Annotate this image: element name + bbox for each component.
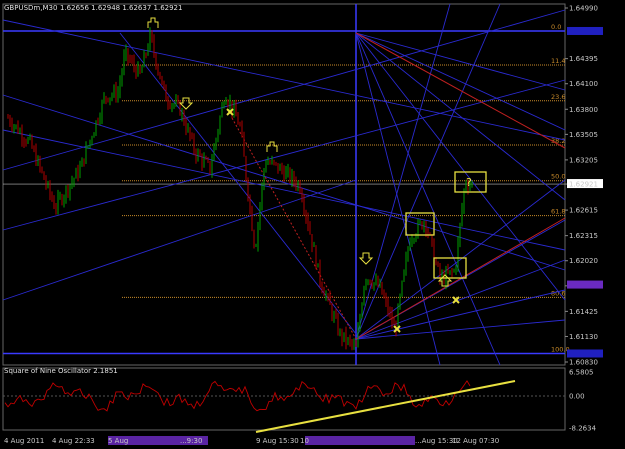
price-label: 1.64395 <box>569 55 598 63</box>
oscillator-axis-label: 0.00 <box>569 393 585 401</box>
time-axis-label: ...9:30 <box>180 437 202 445</box>
oscillator-frame <box>2 367 566 431</box>
candlesticks <box>7 27 473 351</box>
oscillator-title: Square of Nine Oscillator 2.1851 <box>4 367 118 375</box>
gann-fan-line <box>355 319 566 340</box>
time-axis-label: 12 Aug 07:30 <box>452 437 499 445</box>
down-arrow-shape <box>178 97 194 110</box>
gann-fan-line <box>2 129 566 251</box>
gann-fan-line <box>2 94 566 271</box>
main-chart-frame <box>2 3 566 366</box>
down-arrow-icon <box>178 97 194 110</box>
fib-level-label: 0.0 <box>551 23 561 31</box>
fib-level-label: 61.8 <box>551 208 565 216</box>
gann-fan-line <box>355 259 566 340</box>
price-label: 1.63800 <box>569 106 598 114</box>
fractal-up-icon <box>147 17 159 28</box>
gann-fan-line <box>2 179 357 301</box>
oscillator-axis-label: 6.5805 <box>569 369 594 377</box>
time-range-highlight <box>305 436 415 445</box>
ohlc-readout: 1.62656 1.62948 1.62637 1.62921 <box>60 4 182 12</box>
price-label: 1.62315 <box>569 232 598 240</box>
fib-level-label: 100.0 <box>551 345 570 353</box>
fib-level-label: 11.4 <box>551 57 565 65</box>
down-arrow-icon <box>358 252 374 265</box>
gann-fan-line <box>355 3 451 340</box>
red-line <box>355 32 566 149</box>
price-label: 1.62020 <box>569 257 598 265</box>
question-mark: ? <box>466 176 472 189</box>
gann-fan-line <box>2 19 566 141</box>
price-label: 1.63205 <box>569 156 598 164</box>
gann-fan-line <box>2 9 566 171</box>
time-axis-label: 4 Aug 2011 <box>4 437 44 445</box>
oscillator-trendline <box>255 380 516 433</box>
gann-fan-lines <box>2 3 566 366</box>
price-label: 1.62615 <box>569 207 598 215</box>
time-axis-label: 10 <box>300 437 309 445</box>
time-axis-label: 9 Aug 15:30 <box>256 437 299 445</box>
oscillator-axis-label: -8.2634 <box>569 425 597 433</box>
fractal-shape <box>266 141 278 152</box>
down-arrow-shape <box>358 252 374 265</box>
time-axis-label: 5 Aug <box>108 437 128 445</box>
price-label: 1.61130 <box>569 333 598 341</box>
price-label: 1.64990 <box>569 5 598 13</box>
price-label: 1.61425 <box>569 308 598 316</box>
up-arrow-icon <box>437 274 453 287</box>
gann-fan-line <box>2 79 566 231</box>
price-label: 1.62921 <box>569 181 598 189</box>
blue-price-tag-top <box>567 26 603 35</box>
price-label: 1.60830 <box>569 359 598 367</box>
time-axis-label: 4 Aug 22:33 <box>52 437 95 445</box>
fib-level-label: 23.6 <box>551 93 565 101</box>
chart-window[interactable]: 0.0 11.4 23.6 38.2 50.0 61.8 80.6 100.0 ? 1.649… <box>0 0 625 449</box>
axes: 1.64990 1.64395 1.64100 1.63800 1.63505 1.632… <box>4 5 603 445</box>
gann-fan-line <box>355 32 566 201</box>
fractal-up-icon <box>266 141 278 152</box>
fractal-shape <box>147 17 159 28</box>
price-chart[interactable]: 0.011.423.638.250.061.880.6100.0 ? 1.649… <box>0 0 625 449</box>
price-label: 1.64100 <box>569 80 598 88</box>
up-arrow-shape <box>437 274 453 287</box>
fib-level-label: 50.0 <box>551 173 565 181</box>
symbol-title: GBPUSDm,M30 <box>4 4 57 12</box>
red-dashed-line <box>231 117 357 340</box>
blue-price-tag-bottom <box>567 349 603 358</box>
price-label: 1.63505 <box>569 131 598 139</box>
oscillator-panel <box>3 380 565 433</box>
purple-price-tag <box>567 280 603 289</box>
